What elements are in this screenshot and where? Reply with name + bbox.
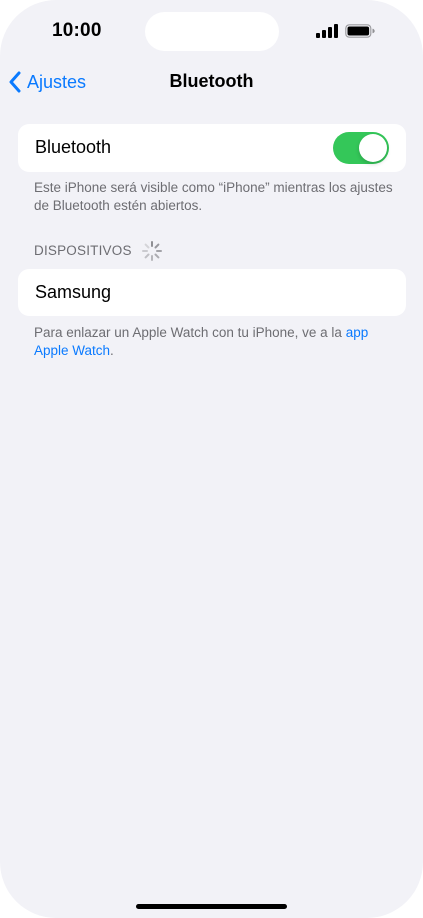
devices-section-header: DISPOSITIVOS: [34, 243, 132, 258]
status-time: 10:00: [52, 20, 102, 41]
bluetooth-footer: Este iPhone será visible como “iPhone” m…: [34, 180, 393, 213]
apple-watch-footer-end: .: [110, 343, 114, 358]
apple-watch-footer-text: Para enlazar un Apple Watch con tu iPhon…: [34, 325, 342, 340]
bluetooth-label: Bluetooth: [35, 137, 112, 157]
toggle-knob: [359, 134, 387, 162]
apple-watch-footer: Para enlazar un Apple Watch con tu iPhon…: [34, 324, 394, 360]
cellular-signal-icon: [316, 24, 338, 38]
battery-icon: [345, 24, 375, 38]
dynamic-island: [145, 12, 279, 51]
home-indicator[interactable]: [136, 904, 287, 909]
bluetooth-toggle[interactable]: [333, 132, 389, 164]
device-row-samsung[interactable]: Samsung: [18, 269, 406, 316]
bluetooth-toggle-cell: Bluetooth: [18, 124, 406, 172]
page-title: Bluetooth: [169, 71, 254, 91]
loading-spinner-icon: [142, 241, 162, 261]
device-name: Samsung: [35, 282, 112, 302]
phone-screen: 10:00 Ajustes Bluetooth Bluetooth Este i…: [0, 0, 423, 918]
